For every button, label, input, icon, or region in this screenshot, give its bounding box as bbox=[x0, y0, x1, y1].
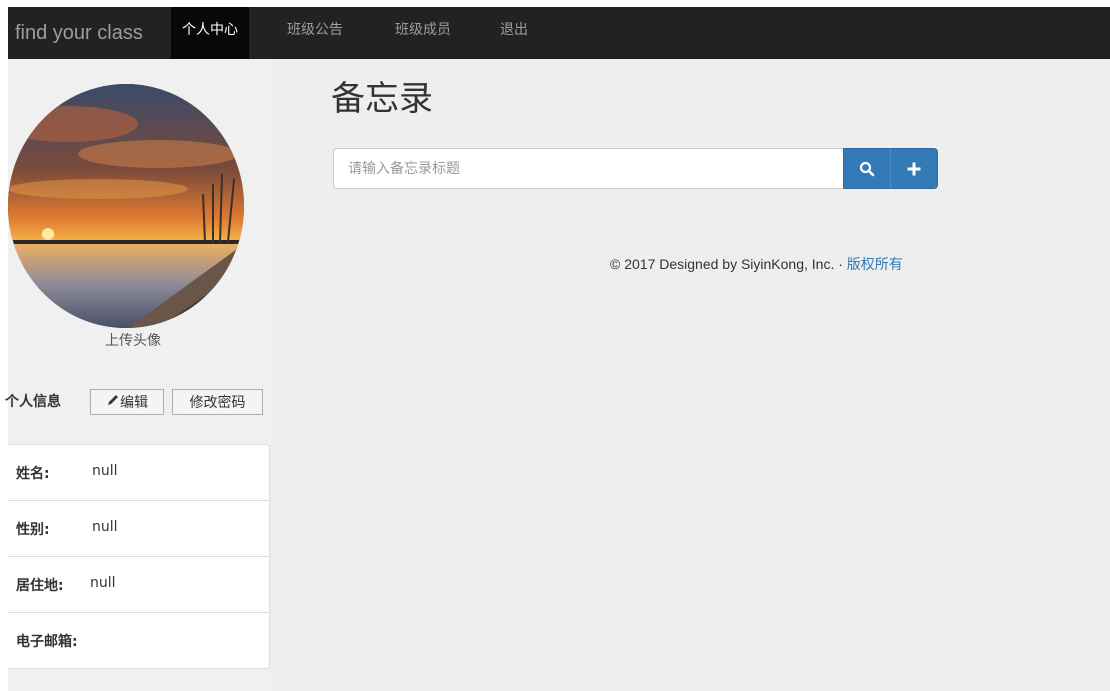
personal-info-heading: 个人信息 bbox=[5, 394, 61, 410]
avatar-image bbox=[8, 84, 244, 328]
info-value: null bbox=[92, 519, 118, 535]
info-row-email: 电子邮箱: bbox=[8, 613, 269, 668]
page-title: 备忘录 bbox=[331, 79, 433, 119]
personal-info-list: 姓名: null 性别: null 居住地: null 电子邮箱: bbox=[8, 444, 270, 669]
profile-sidebar: 上传头像 个人信息 编辑 修改密码 姓名: null 性别: null 居住地:… bbox=[5, 59, 270, 691]
info-value: null bbox=[90, 575, 116, 591]
edit-button-label: 编辑 bbox=[120, 395, 148, 411]
page-footer: © 2017 Designed by SiyinKong, Inc. · 版权所… bbox=[610, 254, 903, 274]
copyright-link[interactable]: 版权所有 bbox=[847, 257, 903, 273]
upload-avatar-link[interactable]: 上传头像 bbox=[8, 330, 258, 350]
nav-item-class-members[interactable]: 班级成员 bbox=[392, 7, 454, 59]
info-value: null bbox=[92, 463, 118, 479]
info-row-gender: 性别: null bbox=[8, 501, 269, 557]
nav-item-class-announcements[interactable]: 班级公告 bbox=[284, 7, 346, 59]
top-navbar: find your class 个人中心 班级公告 班级成员 退出 bbox=[8, 7, 1110, 59]
nav-item-logout[interactable]: 退出 bbox=[496, 7, 532, 59]
info-row-residence: 居住地: null bbox=[8, 557, 269, 613]
edit-button[interactable]: 编辑 bbox=[90, 389, 164, 415]
info-key: 性别: bbox=[16, 522, 50, 538]
info-key: 电子邮箱: bbox=[16, 634, 78, 650]
avatar[interactable] bbox=[8, 84, 244, 328]
memo-search-input[interactable] bbox=[333, 148, 843, 189]
change-password-button[interactable]: 修改密码 bbox=[172, 389, 263, 415]
search-button[interactable] bbox=[843, 148, 891, 189]
info-row-name: 姓名: null bbox=[8, 445, 269, 501]
footer-text: © 2017 Designed by SiyinKong, Inc. · bbox=[610, 256, 847, 272]
pencil-icon bbox=[106, 390, 120, 416]
memo-panel: 备忘录 © 2017 Designed by SiyinKong, Inc. ·… bbox=[270, 59, 1110, 691]
app-window: find your class 个人中心 班级公告 班级成员 退出 上传头像 个… bbox=[0, 0, 1110, 691]
add-memo-button[interactable] bbox=[890, 148, 938, 189]
info-key: 居住地: bbox=[16, 578, 64, 594]
nav-item-personal-center[interactable]: 个人中心 bbox=[171, 7, 249, 59]
search-icon bbox=[859, 161, 875, 176]
brand-logo[interactable]: find your class bbox=[15, 7, 143, 59]
info-key: 姓名: bbox=[16, 466, 50, 482]
plus-icon bbox=[907, 162, 921, 175]
